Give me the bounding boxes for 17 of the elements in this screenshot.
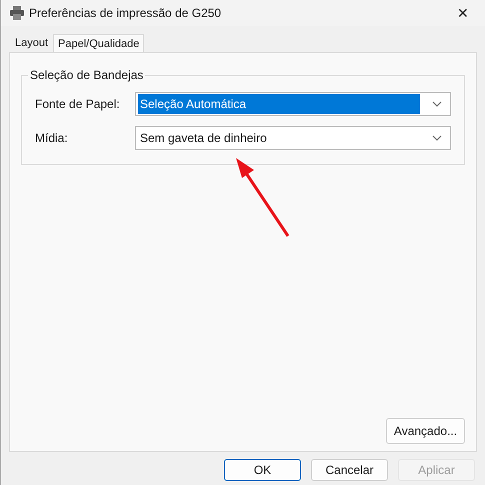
close-button[interactable]: ✕	[449, 5, 477, 21]
dropdown-value: Sem gaveta de dinheiro	[139, 130, 268, 147]
dropdown[interactable]: Sem gaveta de dinheiro	[135, 126, 451, 150]
field-label: Fonte de Papel:	[35, 97, 121, 111]
group-title: Seleção de Bandejas	[28, 68, 146, 82]
chevron-icon	[432, 101, 442, 107]
tab[interactable]: Papel/Qualidade	[53, 34, 144, 52]
window-title: Preferências de impressão de G250	[29, 6, 222, 20]
dialog-button[interactable]: OK	[224, 459, 301, 481]
chevron-icon	[432, 135, 442, 141]
field-label: Mídia:	[35, 131, 69, 145]
tab[interactable]: Layout	[10, 34, 54, 52]
advanced-button[interactable]: Avançado...	[386, 418, 465, 444]
printer-icon	[9, 6, 25, 20]
dialog-button[interactable]: Cancelar	[311, 459, 388, 481]
dropdown[interactable]: Seleção Automática	[135, 92, 451, 116]
dropdown-value: Seleção Automática	[138, 94, 420, 114]
